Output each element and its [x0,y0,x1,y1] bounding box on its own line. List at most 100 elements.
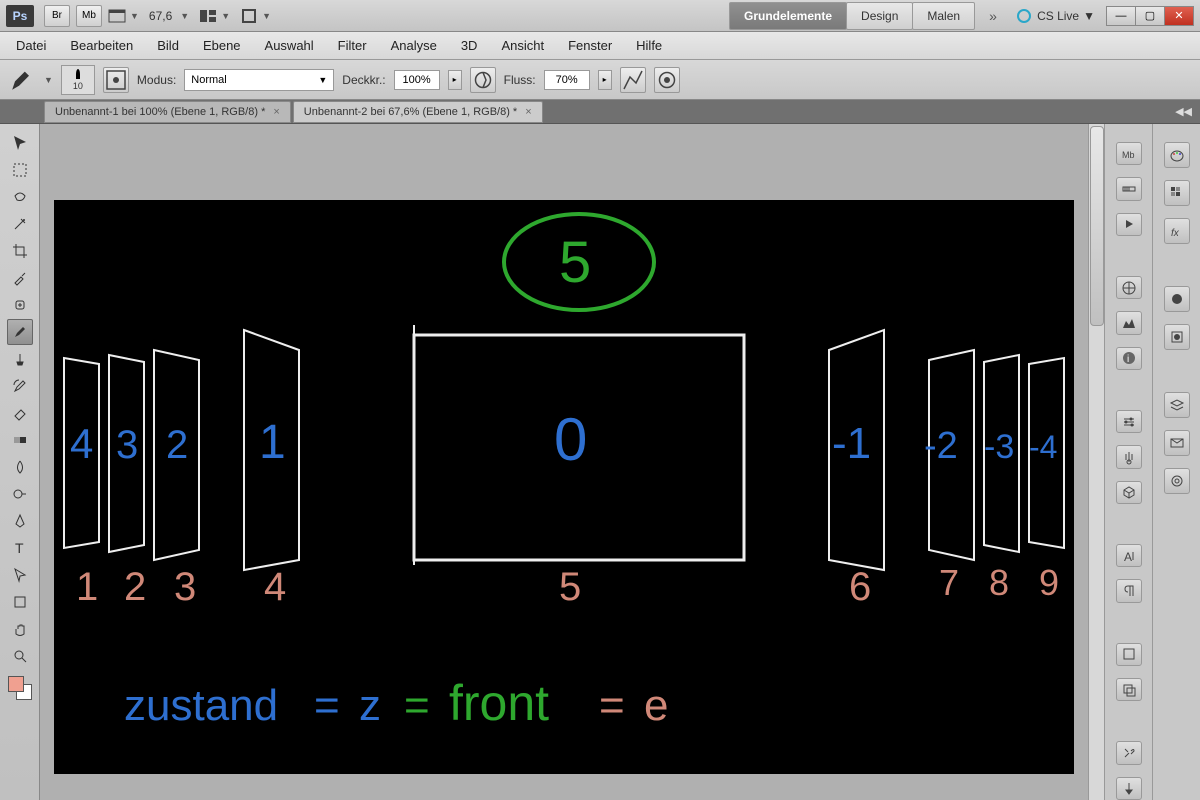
dropdown-arrow-icon: ▼ [318,75,327,85]
opacity-pressure-button[interactable] [470,67,496,93]
cslive-dropdown[interactable]: CS Live ▼ [1017,9,1095,23]
move-tool[interactable] [7,130,33,156]
menu-bearbeiten[interactable]: Bearbeiten [58,34,145,57]
wand-tool[interactable] [7,211,33,237]
minibridge-launcher-button[interactable]: Mb [76,5,102,27]
gradient-tool[interactable] [7,427,33,453]
vertical-scrollbar[interactable] [1088,124,1104,800]
canvas[interactable]: 5 0 4 3 2 1 [54,200,1074,774]
blend-mode-select[interactable]: Normal ▼ [184,69,334,91]
healing-tool[interactable] [7,292,33,318]
bridge-launcher-button[interactable]: Br [44,5,70,27]
close-button[interactable]: ✕ [1164,6,1194,26]
svg-text:4: 4 [70,420,93,467]
menu-filter[interactable]: Filter [326,34,379,57]
opacity-input[interactable] [394,70,440,90]
workspace-more-button[interactable]: » [981,8,1005,24]
layercomps-panel-icon[interactable] [1116,643,1142,666]
ruler-panel-icon[interactable] [1116,177,1142,200]
arrange-dropdown[interactable]: ▼ [199,9,230,23]
paths-panel-icon[interactable] [1164,468,1190,494]
brush-tool[interactable] [7,319,33,345]
zoom-tool[interactable] [7,643,33,669]
masks-panel-icon[interactable] [1116,445,1142,468]
svg-text:9: 9 [1039,562,1059,603]
workspace-tab-malen[interactable]: Malen [912,2,975,30]
menu-bar: Datei Bearbeiten Bild Ebene Auswahl Filt… [0,32,1200,60]
styles-panel-icon[interactable]: fx [1164,218,1190,244]
tool-preset-arrow-icon[interactable]: ▼ [44,75,53,85]
flow-label: Fluss: [504,73,536,87]
current-tool-icon[interactable] [8,66,36,94]
close-tab-icon[interactable]: × [273,106,279,118]
info-panel-icon[interactable]: i [1116,347,1142,370]
dodge-tool[interactable] [7,481,33,507]
menu-ansicht[interactable]: Ansicht [489,34,556,57]
brushpresets-panel-icon[interactable] [1164,324,1190,350]
stamp-tool[interactable] [7,346,33,372]
shape-tool[interactable] [7,589,33,615]
color-swatches[interactable] [6,676,34,700]
opacity-stepper[interactable]: ▸ [448,70,462,90]
history-brush-tool[interactable] [7,373,33,399]
maximize-button[interactable]: ▢ [1135,6,1165,26]
lasso-tool[interactable] [7,184,33,210]
flow-stepper[interactable]: ▸ [598,70,612,90]
minibridge-panel-icon[interactable]: Mb [1116,142,1142,165]
path-select-tool[interactable] [7,562,33,588]
foreground-color-swatch[interactable] [8,676,24,692]
dropdown-arrow-icon: ▼ [262,11,271,21]
svg-text:e: e [644,681,668,730]
navigator-panel-icon[interactable] [1116,276,1142,299]
crop-tool[interactable] [7,238,33,264]
eyedropper-tool[interactable] [7,265,33,291]
document-tab[interactable]: Unbenannt-1 bei 100% (Ebene 1, RGB/8) * … [44,101,291,123]
scrollbar-thumb[interactable] [1090,126,1104,326]
menu-bild[interactable]: Bild [145,34,191,57]
3d-panel-icon[interactable] [1116,481,1142,504]
menu-3d[interactable]: 3D [449,34,490,57]
actions-panel-icon[interactable] [1116,777,1142,800]
character-panel-icon[interactable]: A [1116,544,1142,567]
channels-panel-icon[interactable] [1164,430,1190,456]
menu-analyse[interactable]: Analyse [379,34,449,57]
paragraph-panel-icon[interactable] [1116,579,1142,602]
adjustments-panel-icon[interactable] [1116,410,1142,433]
swatches-panel-icon[interactable] [1164,180,1190,206]
collapse-panels-icon[interactable]: ◀◀ [1170,105,1200,118]
flow-input[interactable] [544,70,590,90]
screen-mode-icon [108,9,126,23]
brush-preview-dropdown[interactable]: 10 [61,65,95,95]
airbrush-button[interactable] [620,67,646,93]
screen-mode-dropdown[interactable]: ▼ [108,9,139,23]
menu-hilfe[interactable]: Hilfe [624,34,674,57]
eraser-tool[interactable] [7,400,33,426]
color-panel-icon[interactable] [1164,142,1190,168]
menu-datei[interactable]: Datei [4,34,58,57]
zoom-dropdown[interactable]: 67,6 ▼ [149,9,189,23]
menu-ebene[interactable]: Ebene [191,34,253,57]
type-tool[interactable]: T [7,535,33,561]
document-tab-title: Unbenannt-1 bei 100% (Ebene 1, RGB/8) * [55,106,265,118]
pen-tool[interactable] [7,508,33,534]
marquee-tool[interactable] [7,157,33,183]
layers-panel-icon[interactable] [1164,392,1190,418]
brushes-panel-icon[interactable] [1164,286,1190,312]
size-pressure-button[interactable] [654,67,680,93]
clone-panel-icon[interactable] [1116,678,1142,701]
blur-tool[interactable] [7,454,33,480]
animation-panel-icon[interactable] [1116,213,1142,236]
cslive-icon [1017,9,1031,23]
hand-tool[interactable] [7,616,33,642]
workspace-tab-design[interactable]: Design [846,2,913,30]
menu-auswahl[interactable]: Auswahl [253,34,326,57]
workspace-tab-grundelemente[interactable]: Grundelemente [729,2,847,30]
minimize-button[interactable]: — [1106,6,1136,26]
close-tab-icon[interactable]: × [525,106,531,118]
menu-fenster[interactable]: Fenster [556,34,624,57]
document-tab[interactable]: Unbenannt-2 bei 67,6% (Ebene 1, RGB/8) *… [293,101,543,123]
document-mode-dropdown[interactable]: ▼ [240,9,271,23]
tools-panel-icon[interactable] [1116,741,1142,764]
histogram-panel-icon[interactable] [1116,311,1142,334]
brush-panel-button[interactable] [103,67,129,93]
